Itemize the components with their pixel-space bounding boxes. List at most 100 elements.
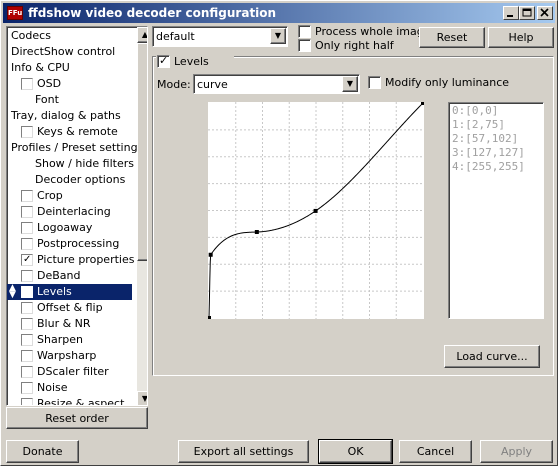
curve-editor[interactable] <box>207 101 425 320</box>
modify-luminance-checkbox[interactable] <box>368 76 381 89</box>
curve-graph[interactable] <box>207 101 425 320</box>
tree-item-label: Decoder options <box>35 173 126 186</box>
tree-item-label: Resize & aspect <box>37 397 125 406</box>
minimize-button[interactable] <box>503 6 519 20</box>
ok-button[interactable]: OK <box>319 440 392 463</box>
reorder-arrows-icon[interactable]: ▲ ▼ <box>9 284 16 300</box>
tree-item-label: Profiles / Preset settings <box>11 141 144 154</box>
donate-button[interactable]: Donate <box>6 440 79 463</box>
process-whole-image-checkbox[interactable] <box>298 25 311 38</box>
title-bar[interactable]: FFu ffdshow video decoder configuration <box>3 3 555 23</box>
tree-item-checkbox[interactable] <box>21 366 33 378</box>
tree-item-checkbox[interactable] <box>21 318 33 330</box>
preset-combo[interactable]: default ▼ <box>152 26 288 47</box>
curve-point-entry[interactable]: 2:[57,102] <box>452 132 540 146</box>
curve-control-point[interactable] <box>421 101 425 105</box>
tree-item-checkbox[interactable] <box>21 350 33 362</box>
curve-points-list[interactable]: 0:[0,0] 1:[2,75] 2:[57,102] 3:[127,127] 4:[2… <box>448 102 544 319</box>
tree-item-label: Noise <box>37 381 68 394</box>
curve-control-point[interactable] <box>208 252 213 257</box>
tree-item-checkbox[interactable] <box>21 238 33 250</box>
tree-item-checkbox[interactable] <box>21 222 33 234</box>
tree-item-label: Logoaway <box>37 221 93 234</box>
tree-item-logoaway[interactable]: Logoaway <box>7 220 132 236</box>
curve-control-point[interactable] <box>313 208 318 213</box>
only-right-half-checkbox[interactable] <box>298 39 311 52</box>
tree-item-show-hide-filters[interactable]: Show / hide filters <box>7 156 134 172</box>
tree-item-label: Tray, dialog & paths <box>11 109 121 122</box>
scroll-thumb[interactable] <box>137 43 147 261</box>
tree-item-label: Codecs <box>11 29 51 42</box>
tree-item-crop[interactable]: Crop <box>7 188 132 204</box>
mode-combo[interactable]: curve ▼ <box>193 74 360 94</box>
tree-item-warpsharp[interactable]: Warpsharp <box>7 348 132 364</box>
tree-item-checkbox[interactable] <box>21 382 33 394</box>
close-button[interactable] <box>537 6 553 20</box>
tree-item-label: DeBand <box>37 269 81 282</box>
tree-item-label: Postprocessing <box>37 237 120 250</box>
tree-item-directshow-control[interactable]: DirectShow control <box>7 44 132 60</box>
curve-control-point[interactable] <box>207 316 211 320</box>
maximize-button[interactable] <box>519 6 535 20</box>
tree-item-label: Sharpen <box>37 333 83 346</box>
apply-button[interactable]: Apply <box>480 440 553 463</box>
tree-item-blur-nr[interactable]: Blur & NR <box>7 316 132 332</box>
help-button[interactable]: Help <box>488 27 554 48</box>
tree-item-resize-aspect[interactable]: Resize & aspect <box>7 396 132 406</box>
cancel-button[interactable]: Cancel <box>399 440 472 463</box>
levels-enable-checkbox[interactable] <box>157 54 170 68</box>
tree-item-checkbox[interactable] <box>21 270 33 282</box>
chevron-down-icon[interactable]: ▼ <box>270 28 286 44</box>
tree-item-offset-flip[interactable]: Offset & flip <box>7 300 132 316</box>
tree-item-keys-remote[interactable]: Keys & remote <box>7 124 132 140</box>
tree-item-osd[interactable]: OSD <box>7 76 132 92</box>
tree-item-checkbox[interactable] <box>21 252 33 268</box>
curve-point-entry[interactable]: 1:[2,75] <box>452 118 540 132</box>
tree-item-picture-properties[interactable]: Picture properties <box>7 252 134 268</box>
curve-point-entry[interactable]: 3:[127,127] <box>452 146 540 160</box>
tree-item-decoder-options[interactable]: Decoder options <box>7 172 132 188</box>
mode-value: curve <box>197 78 228 91</box>
chevron-down-icon[interactable]: ▼ <box>342 76 358 92</box>
tree-item-label: Crop <box>37 189 63 202</box>
main-window: FFu ffdshow video decoder configuration … <box>0 0 558 466</box>
filter-tree[interactable]: Codecs DirectShow control Info & CPU OSD Fon… <box>6 26 148 406</box>
reset-order-button[interactable]: Reset order <box>6 407 148 429</box>
tree-item-dscaler-filter[interactable]: DScaler filter <box>7 364 132 380</box>
curve-control-point[interactable] <box>254 230 259 234</box>
export-all-settings-button[interactable]: Export all settings <box>178 440 309 463</box>
curve-point-entry[interactable]: 0:[0,0] <box>452 104 540 118</box>
tree-item-checkbox[interactable] <box>21 190 33 202</box>
tree-item-label: DirectShow control <box>11 45 116 58</box>
app-icon[interactable]: FFu <box>7 6 23 20</box>
tree-item-sharpen[interactable]: Sharpen <box>7 332 132 348</box>
tree-item-profiles-preset-settings[interactable]: Profiles / Preset settings <box>7 140 143 156</box>
tree-item-font[interactable]: Font <box>7 92 132 108</box>
tree-item-label: Info & CPU <box>11 61 70 74</box>
tree-scrollbar[interactable]: ▲ ▼ <box>137 27 147 405</box>
tree-item-noise[interactable]: Noise <box>7 380 132 396</box>
preset-value: default <box>156 30 195 43</box>
tree-item-checkbox[interactable] <box>21 126 33 138</box>
tree-item-label: Levels <box>37 285 72 298</box>
tree-item-postprocessing[interactable]: Postprocessing <box>7 236 132 252</box>
curve-point-entry[interactable]: 4:[255,255] <box>452 160 540 174</box>
load-curve-button[interactable]: Load curve... <box>444 345 540 368</box>
tree-item-checkbox[interactable] <box>21 78 33 90</box>
scroll-down-button[interactable]: ▼ <box>137 391 147 405</box>
scroll-up-button[interactable]: ▲ <box>137 27 147 43</box>
tree-item-codecs[interactable]: Codecs <box>7 28 132 44</box>
levels-enable-label: Levels <box>174 55 209 68</box>
tree-item-levels[interactable]: ▲▼ Levels <box>7 284 132 300</box>
tree-item-checkbox[interactable] <box>21 284 33 300</box>
tree-item-info-cpu[interactable]: Info & CPU <box>7 60 132 76</box>
reset-button[interactable]: Reset <box>419 27 485 48</box>
tree-item-deinterlacing[interactable]: Deinterlacing <box>7 204 132 220</box>
tree-item-checkbox[interactable] <box>21 398 33 405</box>
tree-item-tray-dialog-paths[interactable]: Tray, dialog & paths <box>7 108 132 124</box>
tree-item-checkbox[interactable] <box>21 206 33 218</box>
tree-item-deband[interactable]: DeBand <box>7 268 132 284</box>
window-title: ffdshow video decoder configuration <box>28 6 277 20</box>
tree-item-checkbox[interactable] <box>21 302 33 314</box>
tree-item-checkbox[interactable] <box>21 334 33 346</box>
